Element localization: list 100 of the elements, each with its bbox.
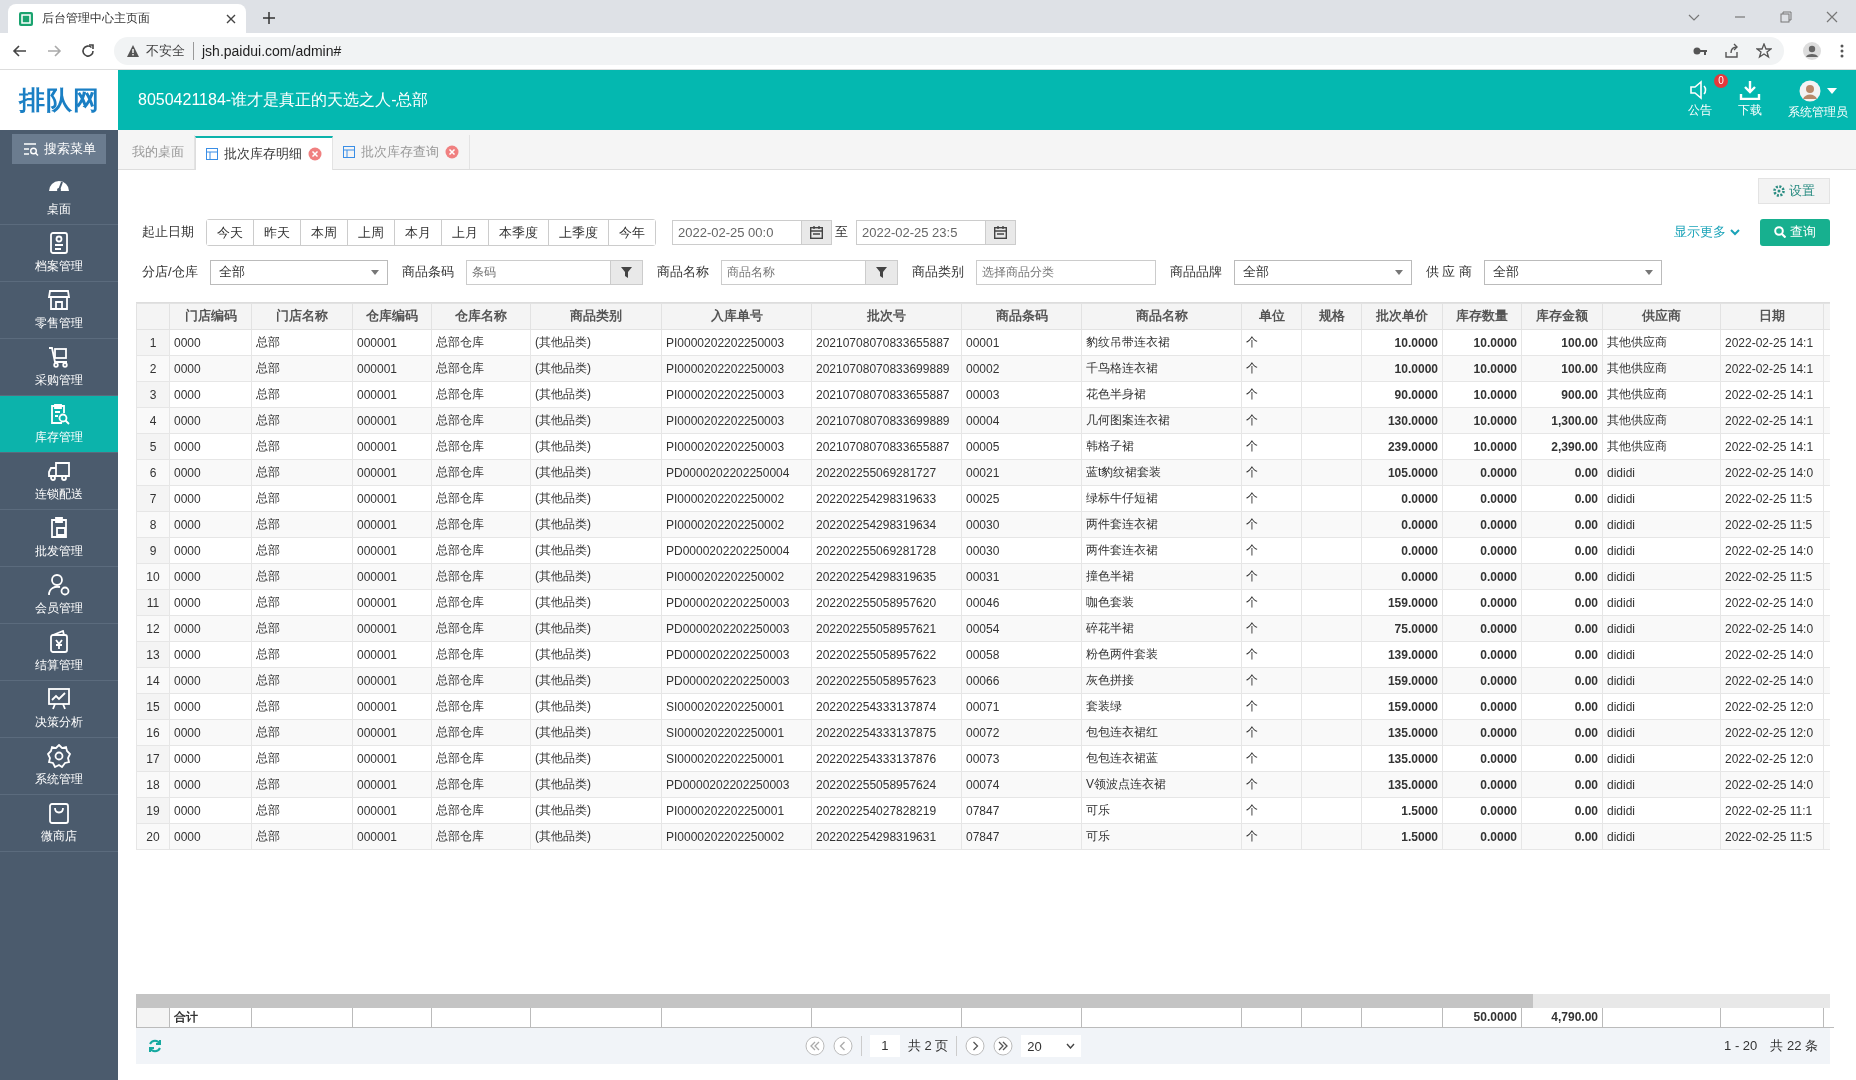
filter-label: 商品名称 xyxy=(655,263,710,281)
star-icon[interactable] xyxy=(1756,43,1772,59)
date-field[interactable]: 2022-02-25 00:0 xyxy=(672,219,832,245)
column-header[interactable]: 库存金额 xyxy=(1521,303,1603,330)
back-icon[interactable] xyxy=(12,43,28,59)
table-cell: (其他品类) xyxy=(530,485,662,512)
column-header[interactable]: 仓库编码 xyxy=(352,303,432,330)
table-cell: 0.0000 xyxy=(1442,667,1522,694)
date-field[interactable]: 2022-02-25 23:5 xyxy=(856,219,1016,245)
reload-icon[interactable] xyxy=(80,43,96,59)
input-field[interactable]: 条码 xyxy=(465,259,611,285)
column-header[interactable]: 门店编码 xyxy=(169,303,252,330)
more-icon[interactable] xyxy=(1840,43,1844,59)
column-header[interactable]: 供应商 xyxy=(1602,303,1721,330)
column-header[interactable]: 商品类别 xyxy=(530,303,662,330)
select-field[interactable]: 全部 xyxy=(209,259,388,285)
table-cell: 139.0000 xyxy=(1361,641,1443,668)
sidebar-item[interactable]: 连锁配送 xyxy=(0,453,118,510)
table-cell: PI0000202202250002 xyxy=(661,563,812,590)
last-page-icon[interactable] xyxy=(993,1036,1014,1056)
horizontal-scrollbar[interactable] xyxy=(136,993,1830,1008)
filter-button[interactable] xyxy=(610,259,643,285)
table-cell: 135.0000 xyxy=(1361,719,1443,746)
table-cell: 总部 xyxy=(251,485,353,512)
table-cell: dididi xyxy=(1602,537,1721,564)
table-cell: 00005 xyxy=(961,433,1082,460)
table-cell: 10.0000 xyxy=(1442,433,1522,460)
table-cell: 总部 xyxy=(251,667,353,694)
total-cell: 4,790.00 xyxy=(1521,1007,1603,1028)
table-cell: 2022-02-25 11:5 xyxy=(1720,563,1824,590)
table-cell: 总部仓库 xyxy=(431,355,531,382)
column-header[interactable]: 仓库名称 xyxy=(431,303,531,330)
column-header[interactable]: 入库单号 xyxy=(661,303,812,330)
table-cell: 00073 xyxy=(961,745,1082,772)
column-header[interactable]: 商品条码 xyxy=(961,303,1082,330)
shop-icon xyxy=(47,288,71,312)
table-cell: 000001 xyxy=(352,433,432,460)
table-cell: 202202255069281727 xyxy=(811,459,962,486)
table-cell: 0.0000 xyxy=(1442,589,1522,616)
column-header[interactable]: 门店名称 xyxy=(251,303,353,330)
table-cell: 0000 xyxy=(169,485,252,512)
input-field[interactable]: 选择商品分类 xyxy=(975,259,1156,285)
select-field[interactable]: 全部 xyxy=(1233,259,1412,285)
page-input[interactable]: 1 xyxy=(869,1035,900,1057)
column-header[interactable]: 规格 xyxy=(1301,303,1362,330)
filter-button[interactable] xyxy=(865,259,898,285)
sidebar-item[interactable]: 结算管理 xyxy=(0,624,118,681)
table-cell: 10.0000 xyxy=(1442,355,1522,382)
table-cell: PD0000202202250003 xyxy=(661,771,812,798)
column-header[interactable]: 批次号 xyxy=(811,303,962,330)
sidebar-item[interactable]: 桌面 xyxy=(0,168,118,225)
table-cell: SI0000202202250001 xyxy=(661,719,812,746)
table-cell: 0.0000 xyxy=(1442,563,1522,590)
sidebar-item[interactable]: 零售管理 xyxy=(0,282,118,339)
table-cell: 个 xyxy=(1241,381,1302,408)
table-cell: (其他品类) xyxy=(530,693,662,720)
table-cell: 0000 xyxy=(169,667,252,694)
close-icon[interactable] xyxy=(226,13,236,24)
table-cell: 蓝t豹纹裙套装 xyxy=(1081,459,1242,486)
truck-icon xyxy=(47,459,71,483)
column-header[interactable]: 单位 xyxy=(1241,303,1302,330)
table-cell: 135.0000 xyxy=(1361,745,1443,772)
share-icon[interactable] xyxy=(1724,43,1740,59)
table-cell: 10.0000 xyxy=(1361,329,1443,356)
table-cell: 00001 xyxy=(961,329,1082,356)
calendar-icon[interactable] xyxy=(810,225,823,239)
table-cell: 个 xyxy=(1241,589,1302,616)
next-page-icon[interactable] xyxy=(965,1036,986,1056)
column-header[interactable]: 批次单价 xyxy=(1361,303,1443,330)
settings-button[interactable]: 设置 xyxy=(1758,178,1830,204)
select-field[interactable]: 全部 xyxy=(1483,259,1662,285)
refresh-icon[interactable] xyxy=(148,1039,162,1053)
column-header[interactable]: 日期 xyxy=(1720,303,1824,330)
input-field[interactable]: 商品名称 xyxy=(720,259,866,285)
tab[interactable]: 批次库存明细 xyxy=(195,136,333,170)
profile-icon[interactable] xyxy=(1802,41,1822,61)
table-cell: dididi xyxy=(1602,667,1721,694)
date-range-button[interactable]: 今天 xyxy=(207,219,254,245)
table-icon xyxy=(206,148,218,160)
table-cell: 2022-02-25 11:5 xyxy=(1720,485,1824,512)
sidebar-item[interactable]: 档案管理 xyxy=(0,225,118,282)
search-menu-button[interactable]: 搜索菜单 xyxy=(12,134,106,164)
table-cell: 0.00 xyxy=(1521,537,1603,564)
column-header[interactable]: 库存数量 xyxy=(1442,303,1522,330)
browser-tab[interactable]: 后台管理中心主页面 xyxy=(8,4,246,33)
table-cell: 159.0000 xyxy=(1361,693,1443,720)
page-size-select[interactable]: 20 xyxy=(1021,1035,1082,1057)
sidebar-item[interactable]: 微商店 xyxy=(0,795,118,852)
calendar-icon[interactable] xyxy=(994,225,1007,239)
address-field[interactable]: 不安全 jsh.paidui.com/admin# xyxy=(114,37,1784,65)
sidebar-item[interactable]: 系统管理 xyxy=(0,738,118,795)
sidebar-item[interactable]: 决策分析 xyxy=(0,681,118,738)
sidebar-item[interactable]: 批发管理 xyxy=(0,510,118,567)
sidebar-item[interactable]: 会员管理 xyxy=(0,567,118,624)
table-cell: 碎花半裙 xyxy=(1081,615,1242,642)
column-header[interactable]: 商品名称 xyxy=(1081,303,1242,330)
table-cell: 0.0000 xyxy=(1442,641,1522,668)
new-tab-icon[interactable] xyxy=(262,11,276,25)
table-cell: 千鸟格连衣裙 xyxy=(1081,355,1242,382)
table-cell: 两件套连衣裙 xyxy=(1081,511,1242,538)
